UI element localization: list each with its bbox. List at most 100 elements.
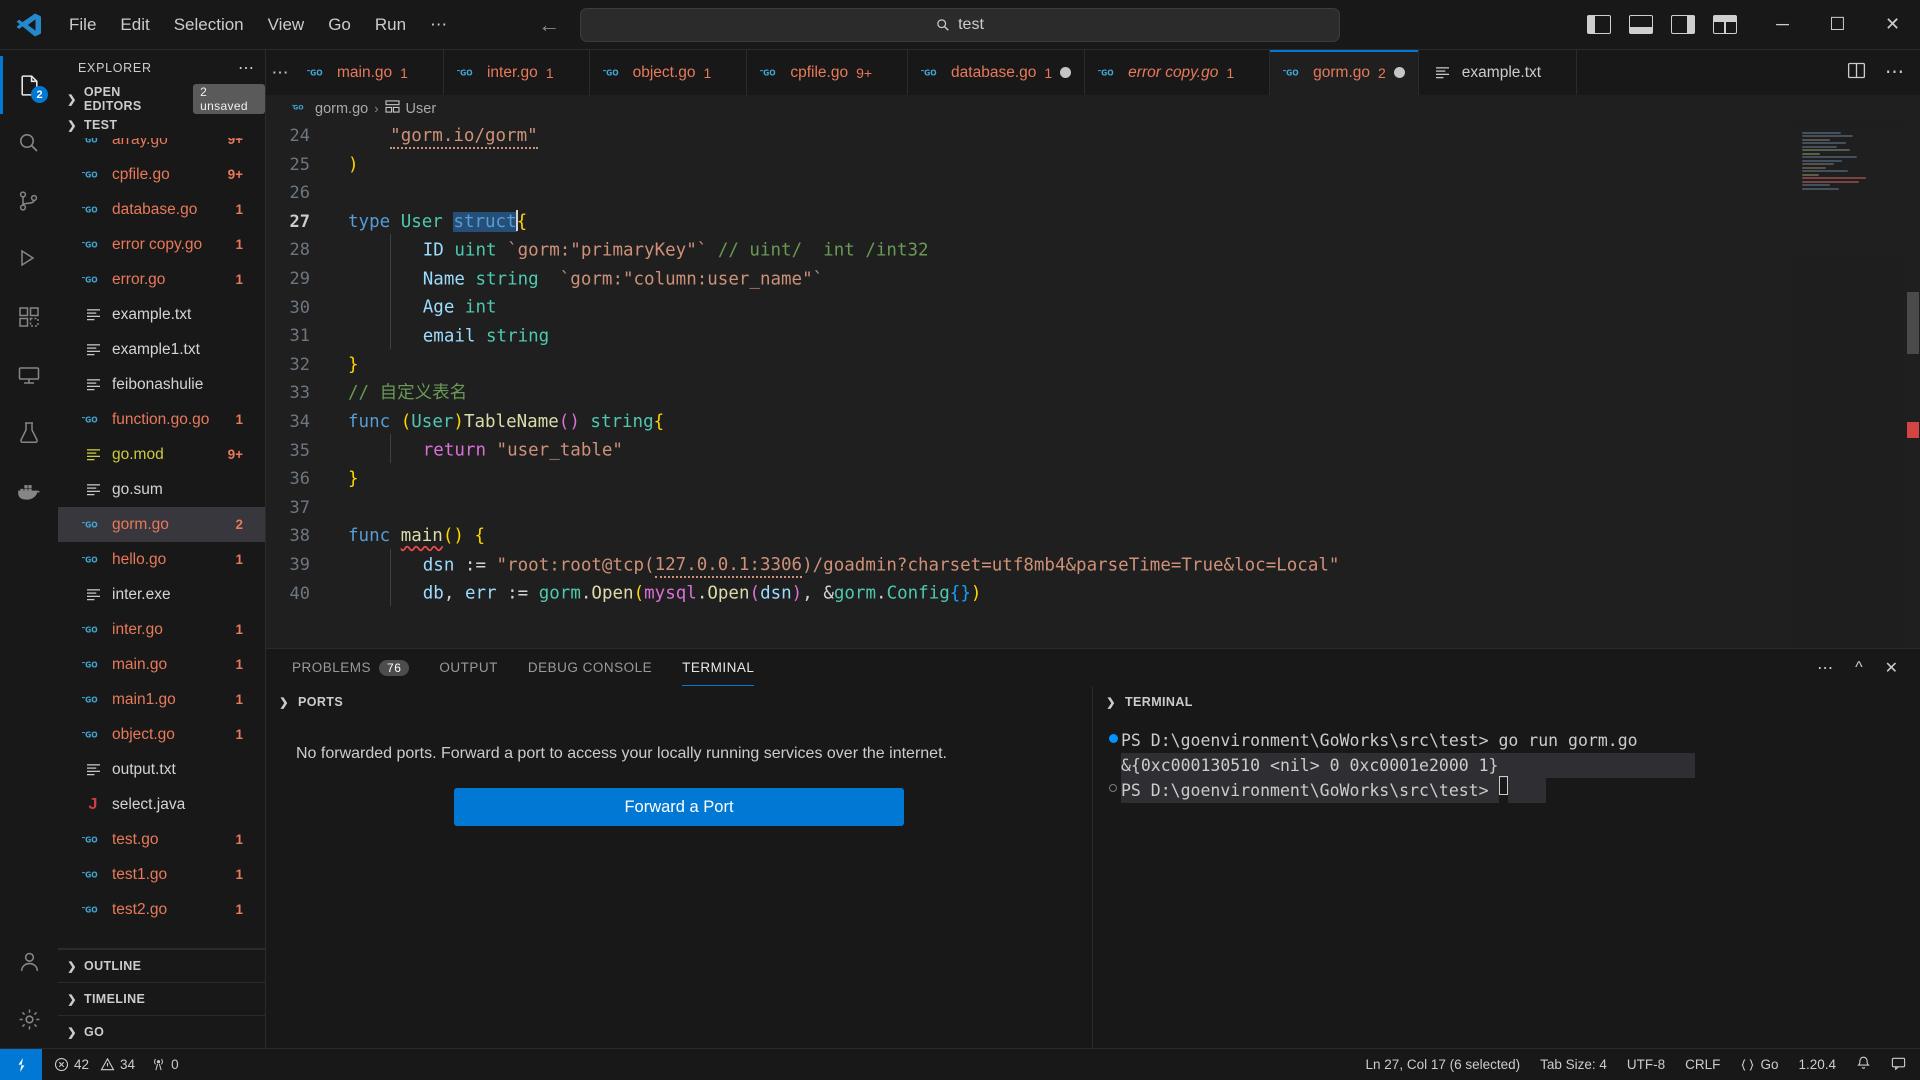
file-tree-item[interactable]: GO database.go 1: [58, 192, 265, 227]
sidebar-more-actions-icon[interactable]: ⋯: [238, 58, 255, 78]
menu-file[interactable]: File: [58, 11, 107, 39]
file-tree-item[interactable]: GO test2.go 1: [58, 892, 265, 927]
file-tree-item[interactable]: GO hello.go 1: [58, 542, 265, 577]
terminal-output[interactable]: PS D:\goenvironment\GoWorks\src\test> go…: [1093, 718, 1920, 1048]
feedback-icon[interactable]: [1891, 1056, 1906, 1074]
status-eol[interactable]: CRLF: [1685, 1057, 1720, 1072]
status-language-mode[interactable]: Go: [1740, 1057, 1778, 1072]
file-tree-item[interactable]: GO object.go 1: [58, 717, 265, 752]
section-go[interactable]: ❯ GO: [58, 1015, 265, 1048]
chevron-up-icon[interactable]: ^: [1855, 659, 1863, 677]
activity-explorer[interactable]: 2: [0, 56, 58, 114]
section-outline[interactable]: ❯ OUTLINE: [58, 949, 265, 982]
editor-tab[interactable]: GOmain.go1✕: [294, 50, 444, 95]
activity-search[interactable]: [0, 114, 58, 172]
editor-tab[interactable]: GOcpfile.go9+✕: [747, 50, 909, 95]
arrow-left-icon[interactable]: ←: [538, 12, 560, 38]
file-tree-item[interactable]: GO test.go 1: [58, 822, 265, 857]
toggle-primary-sidebar-icon[interactable]: [1587, 15, 1611, 34]
go-file-icon: GO: [82, 623, 104, 636]
maximize-button[interactable]: ☐: [1810, 0, 1865, 49]
editor-scrollbar[interactable]: [1904, 122, 1920, 648]
activity-testing[interactable]: [0, 404, 58, 462]
more-actions-icon[interactable]: ⋯: [1885, 61, 1904, 84]
status-cursor-position[interactable]: Ln 27, Col 17 (6 selected): [1366, 1057, 1521, 1072]
customize-layout-icon[interactable]: [1713, 15, 1737, 34]
panel-tab-problems[interactable]: PROBLEMS 76: [292, 649, 410, 686]
panel-tab-debug-console[interactable]: DEBUG CONSOLE: [528, 649, 652, 686]
menu-selection[interactable]: Selection: [163, 11, 255, 39]
activity-settings[interactable]: [0, 990, 58, 1048]
code-editor[interactable]: 24 "gorm.io/gorm" 25 ) 26 27 type User s…: [266, 122, 1920, 648]
panel-tab-terminal[interactable]: TERMINAL: [682, 649, 755, 686]
file-tree-item[interactable]: GO error copy.go 1: [58, 227, 265, 262]
menu-go[interactable]: Go: [317, 11, 362, 39]
toggle-panel-icon[interactable]: [1629, 15, 1653, 34]
close-icon[interactable]: ✕: [1885, 658, 1898, 678]
tab-list[interactable]: GOmain.go1✕GOinter.go1✕GOobject.go1✕GOcp…: [294, 50, 1830, 95]
command-center-search[interactable]: test: [580, 7, 1340, 42]
file-tree-item[interactable]: GO error.go 1: [58, 262, 265, 297]
unsaved-dot-icon[interactable]: [1060, 67, 1072, 78]
activity-docker[interactable]: [0, 462, 58, 520]
split-editor-icon[interactable]: [1846, 60, 1867, 85]
unsaved-dot-icon[interactable]: [1393, 67, 1405, 78]
menu-run[interactable]: Run: [364, 11, 417, 39]
file-tree-item[interactable]: GO gorm.go 2: [58, 507, 265, 542]
editor-tab[interactable]: GO gorm.go 2: [1270, 50, 1419, 95]
svg-text:GO: GO: [924, 69, 937, 78]
section-timeline[interactable]: ❯ TIMELINE: [58, 982, 265, 1015]
toggle-secondary-sidebar-icon[interactable]: [1671, 15, 1695, 34]
status-radio-tower[interactable]: 0: [151, 1057, 179, 1072]
status-problems[interactable]: 42 34: [54, 1057, 135, 1072]
editor-tab[interactable]: GOinter.go1✕: [443, 50, 590, 95]
file-tree-item[interactable]: example1.txt: [58, 332, 265, 367]
ports-header[interactable]: ❯ PORTS: [266, 686, 1092, 718]
activity-source-control[interactable]: [0, 172, 58, 230]
section-project-test[interactable]: ❯ TEST: [58, 112, 265, 138]
file-tree-item[interactable]: Jselect.java: [58, 787, 265, 822]
terminal-header[interactable]: ❯ TERMINAL: [1093, 686, 1920, 718]
tabs-overflow-icon[interactable]: ⋯: [266, 50, 294, 95]
more-actions-icon[interactable]: ⋯: [1817, 658, 1833, 678]
file-tree[interactable]: GO array.go 9+ GO cpfile.go 9+ GO database.go 1 G…: [58, 138, 265, 948]
file-tree-item[interactable]: feibonashulie: [58, 367, 265, 402]
bell-icon[interactable]: [1856, 1055, 1871, 1074]
go-file-icon: GO: [82, 833, 104, 846]
menu-edit[interactable]: Edit: [109, 11, 160, 39]
file-tree-item[interactable]: go.sum: [58, 472, 265, 507]
file-tree-item[interactable]: GO main1.go 1: [58, 682, 265, 717]
activity-extensions[interactable]: [0, 288, 58, 346]
editor-tab[interactable]: example.txt✕: [1418, 50, 1578, 95]
editor-tab[interactable]: GOobject.go1✕: [589, 50, 748, 95]
file-tree-item[interactable]: inter.exe: [58, 577, 265, 612]
panel-tab-output[interactable]: OUTPUT: [439, 649, 498, 686]
activity-remote-explorer[interactable]: [0, 346, 58, 404]
activity-run-debug[interactable]: [0, 230, 58, 288]
editor-tab[interactable]: GOerror copy.go1✕: [1085, 50, 1271, 95]
activity-accounts[interactable]: [0, 932, 58, 990]
file-tree-item[interactable]: GO main.go 1: [58, 647, 265, 682]
file-tree-item[interactable]: GO cpfile.go 9+: [58, 157, 265, 192]
file-tree-item[interactable]: GO inter.go 1: [58, 612, 265, 647]
menu-view[interactable]: View: [257, 11, 316, 39]
section-open-editors[interactable]: ❯ OPEN EDITORS 2 unsaved: [58, 84, 265, 114]
ports-title: PORTS: [298, 695, 344, 709]
file-tree-item[interactable]: GO test1.go 1: [58, 857, 265, 892]
breadcrumb-file[interactable]: gorm.go: [315, 101, 368, 117]
forward-a-port-button[interactable]: Forward a Port: [454, 788, 904, 826]
minimize-button[interactable]: ─: [1755, 0, 1810, 49]
status-go-version[interactable]: 1.20.4: [1798, 1057, 1836, 1072]
close-button[interactable]: ✕: [1865, 0, 1920, 49]
file-tree-item[interactable]: GO array.go 9+: [58, 138, 265, 157]
file-tree-item[interactable]: GO function.go.go 1: [58, 402, 265, 437]
breadcrumb-symbol[interactable]: User: [406, 101, 437, 117]
status-tab-size[interactable]: Tab Size: 4: [1540, 1057, 1607, 1072]
file-tree-item[interactable]: go.mod 9+: [58, 437, 265, 472]
remote-window-indicator[interactable]: [0, 1048, 42, 1080]
editor-tab[interactable]: GO database.go 1: [908, 50, 1086, 95]
file-tree-item[interactable]: example.txt: [58, 297, 265, 332]
menu-more[interactable]: ⋯: [419, 11, 458, 39]
status-encoding[interactable]: UTF-8: [1627, 1057, 1665, 1072]
file-tree-item[interactable]: output.txt: [58, 752, 265, 787]
